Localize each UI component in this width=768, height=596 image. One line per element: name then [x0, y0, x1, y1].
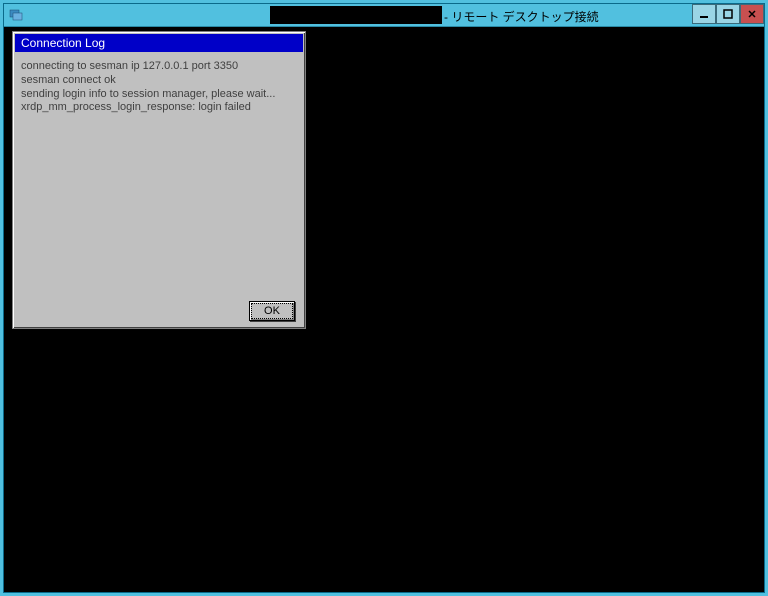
window-controls — [692, 4, 764, 24]
dialog-footer: OK — [13, 294, 305, 328]
rdp-icon — [8, 7, 24, 23]
log-line: sesman connect ok — [21, 74, 297, 88]
maximize-button[interactable] — [716, 4, 740, 24]
title-redacted — [270, 6, 442, 24]
minimize-button[interactable] — [692, 4, 716, 24]
dialog-title[interactable]: Connection Log — [15, 34, 303, 52]
rdp-window: - リモート デスクトップ接続 Connection Log connectin… — [3, 3, 765, 593]
window-title-suffix: - リモート デスクトップ接続 — [444, 8, 599, 25]
titlebar[interactable]: - リモート デスクトップ接続 — [4, 4, 764, 26]
remote-desktop-area[interactable]: Connection Log connecting to sesman ip 1… — [4, 26, 764, 592]
close-button[interactable] — [740, 4, 764, 24]
connection-log-dialog: Connection Log connecting to sesman ip 1… — [12, 31, 306, 329]
ok-button[interactable]: OK — [249, 301, 295, 321]
log-line: sending login info to session manager, p… — [21, 88, 297, 102]
dialog-body: connecting to sesman ip 127.0.0.1 port 3… — [13, 54, 305, 294]
log-line: connecting to sesman ip 127.0.0.1 port 3… — [21, 60, 297, 74]
log-line: xrdp_mm_process_login_response: login fa… — [21, 101, 297, 115]
